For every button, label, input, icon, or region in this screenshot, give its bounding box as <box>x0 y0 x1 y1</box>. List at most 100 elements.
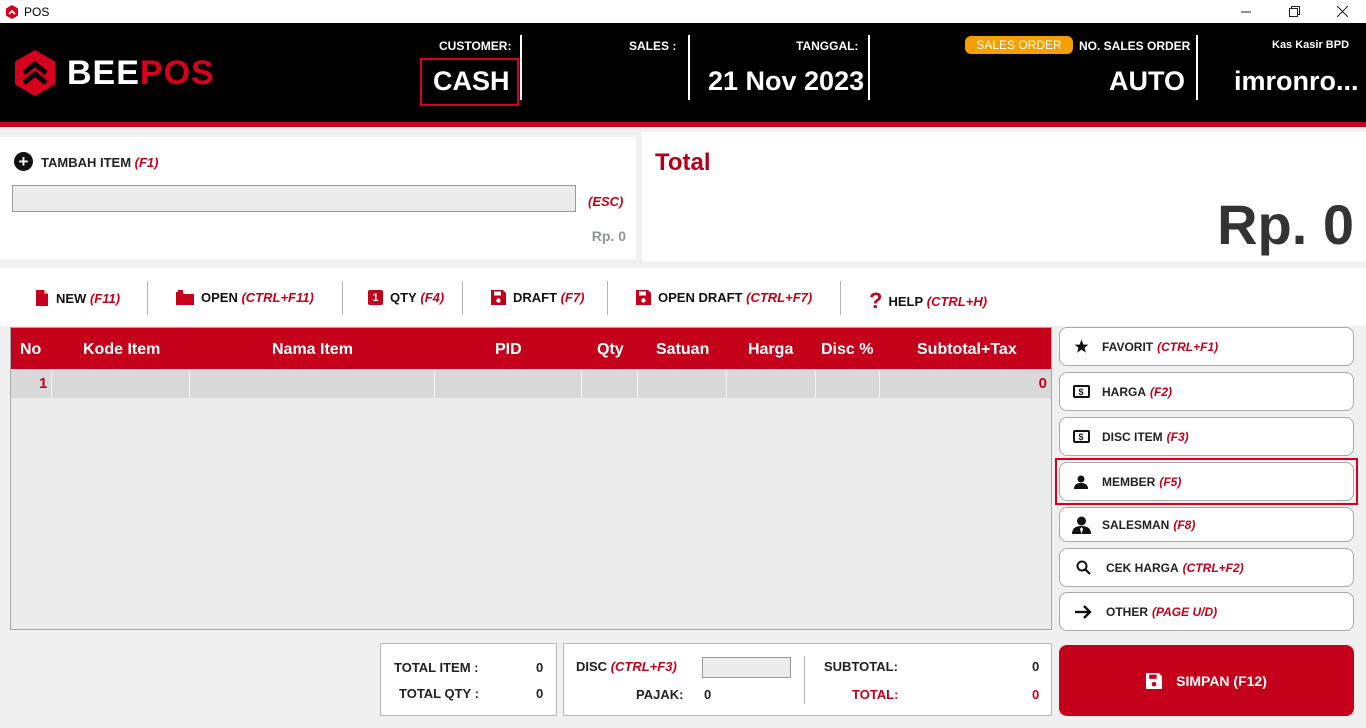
total-qty-value: 0 <box>536 686 544 701</box>
open-draft-button[interactable]: OPEN DRAFT (CTRL+F7) <box>636 290 812 305</box>
total-title: Total <box>655 149 711 176</box>
window-title: POS <box>24 4 50 19</box>
disc-item-button[interactable]: $ DISC ITEM (F3) <box>1059 417 1354 456</box>
qty-icon: 1 <box>368 290 383 305</box>
salesman-button[interactable]: SALESMAN (F8) <box>1059 507 1354 542</box>
money-icon: $ <box>1072 430 1090 443</box>
other-button[interactable]: OTHER (PAGE U/D) <box>1059 592 1354 631</box>
open-draft-shortcut: (CTRL+F7) <box>746 290 813 305</box>
row-no-cell: 1 <box>39 375 48 392</box>
total-qty-label: TOTAL QTY : <box>399 686 479 701</box>
item-search-input[interactable] <box>12 185 576 212</box>
logo-text: BEEPOS <box>67 54 215 93</box>
file-icon <box>36 290 48 306</box>
draft-label: DRAFT <box>513 290 558 305</box>
column-header-no[interactable]: No <box>20 341 41 359</box>
open-shortcut: (CTRL+F11) <box>241 290 314 305</box>
close-icon <box>1336 6 1348 17</box>
esc-shortcut: (ESC) <box>588 194 624 209</box>
close-button[interactable] <box>1318 0 1366 23</box>
column-header-pid[interactable]: PID <box>495 341 522 359</box>
header-divider <box>520 35 522 100</box>
help-button[interactable]: ? HELP (CTRL+H) <box>869 290 987 312</box>
total-amount: Rp. 0 <box>1217 193 1354 256</box>
column-header-disc[interactable]: Disc % <box>821 341 873 359</box>
beepos-logo-icon <box>15 50 55 96</box>
qty-label: QTY <box>390 290 417 305</box>
new-button[interactable]: NEW (F11) <box>35 290 120 306</box>
pajak-value: 0 <box>704 687 712 702</box>
draft-shortcut: (F7) <box>560 290 585 305</box>
floppy-icon <box>1146 672 1163 689</box>
salesman-label: SALESMAN <box>1102 517 1170 532</box>
search-icon <box>1076 560 1091 575</box>
cell-divider <box>726 369 727 398</box>
items-table[interactable]: No Kode Item Nama Item PID Qty Satuan Ha… <box>10 327 1052 630</box>
subtotal-value: 0 <box>1032 659 1040 674</box>
other-label: OTHER <box>1106 604 1148 619</box>
logo-text-bee: BEE <box>67 53 140 92</box>
column-header-nama[interactable]: Nama Item <box>272 341 353 359</box>
toolbar-divider <box>840 281 841 315</box>
header-divider <box>688 35 690 100</box>
qty-shortcut: (F4) <box>420 290 445 305</box>
money-icon: $ <box>1072 385 1090 398</box>
floppy-icon <box>491 290 506 305</box>
beepos-logo: BEEPOS <box>13 49 215 97</box>
help-label: HELP <box>888 293 924 309</box>
tanggal-value[interactable]: 21 Nov 2023 <box>708 66 864 97</box>
customer-value[interactable]: CASH <box>433 66 510 97</box>
minimize-icon <box>1241 11 1251 12</box>
open-label: OPEN <box>201 290 238 305</box>
new-shortcut: (F11) <box>89 290 121 306</box>
column-header-harga[interactable]: Harga <box>748 341 793 359</box>
disc-input[interactable] <box>702 657 791 678</box>
favorit-label: FAVORIT <box>1102 339 1154 354</box>
table-row[interactable]: 1 0 <box>11 369 1051 398</box>
qty-button[interactable]: 1 QTY (F4) <box>368 290 444 305</box>
cek-harga-button[interactable]: CEK HARGA (CTRL+F2) <box>1059 548 1354 587</box>
floppy-icon <box>636 290 651 305</box>
star-icon <box>1074 339 1088 353</box>
action-toolbar: NEW (F11) OPEN (CTRL+F11) 1 QTY (F4) DRA… <box>0 268 1366 326</box>
totals-summary-panel: TOTAL ITEM : 0 TOTAL QTY : 0 <box>380 643 557 716</box>
harga-button[interactable]: $ HARGA (F2) <box>1059 372 1354 411</box>
cek-harga-shortcut: (CTRL+F2) <box>1182 560 1244 575</box>
logo-text-pos: POS <box>139 53 215 92</box>
member-highlight-frame <box>1055 458 1358 505</box>
disc-item-shortcut: (F3) <box>1166 429 1189 444</box>
cell-divider <box>815 369 816 398</box>
column-header-qty[interactable]: Qty <box>597 341 624 359</box>
cell-divider <box>879 369 880 398</box>
column-header-subtotal[interactable]: Subtotal+Tax <box>917 341 1017 359</box>
grand-total-value: 0 <box>1032 687 1040 702</box>
app-logo-icon <box>6 4 18 19</box>
sales-order-badge[interactable]: SALES ORDER <box>965 36 1073 54</box>
add-item-shortcut: (F1) <box>134 155 159 170</box>
arrow-right-icon <box>1074 604 1092 619</box>
favorit-button[interactable]: FAVORIT (CTRL+F1) <box>1059 327 1354 366</box>
cell-divider <box>581 369 582 398</box>
salesman-icon <box>1071 516 1091 534</box>
draft-button[interactable]: DRAFT (F7) <box>491 290 585 305</box>
tanggal-label: TANGGAL: <box>796 39 859 53</box>
column-header-satuan[interactable]: Satuan <box>656 341 709 359</box>
toolbar-divider <box>342 281 343 315</box>
toolbar-divider <box>607 281 608 315</box>
table-header: No Kode Item Nama Item PID Qty Satuan Ha… <box>11 328 1051 369</box>
cell-divider <box>51 369 52 398</box>
window-titlebar: POS <box>0 0 1366 23</box>
toolbar-divider <box>462 281 463 315</box>
no-sales-order-value: AUTO <box>1109 66 1186 96</box>
question-icon: ? <box>869 288 883 313</box>
open-button[interactable]: OPEN (CTRL+F11) <box>176 290 314 305</box>
maximize-button[interactable] <box>1270 0 1318 23</box>
cell-divider <box>434 369 435 398</box>
column-header-kode[interactable]: Kode Item <box>83 341 160 359</box>
kasir-user: imronro... <box>1234 66 1359 96</box>
save-button[interactable]: SIMPAN (F12) <box>1059 645 1354 716</box>
header-accent-line <box>0 122 1366 127</box>
minimize-button[interactable] <box>1222 0 1270 23</box>
other-shortcut: (PAGE U/D) <box>1152 604 1218 619</box>
plus-icon[interactable]: + <box>14 152 33 171</box>
